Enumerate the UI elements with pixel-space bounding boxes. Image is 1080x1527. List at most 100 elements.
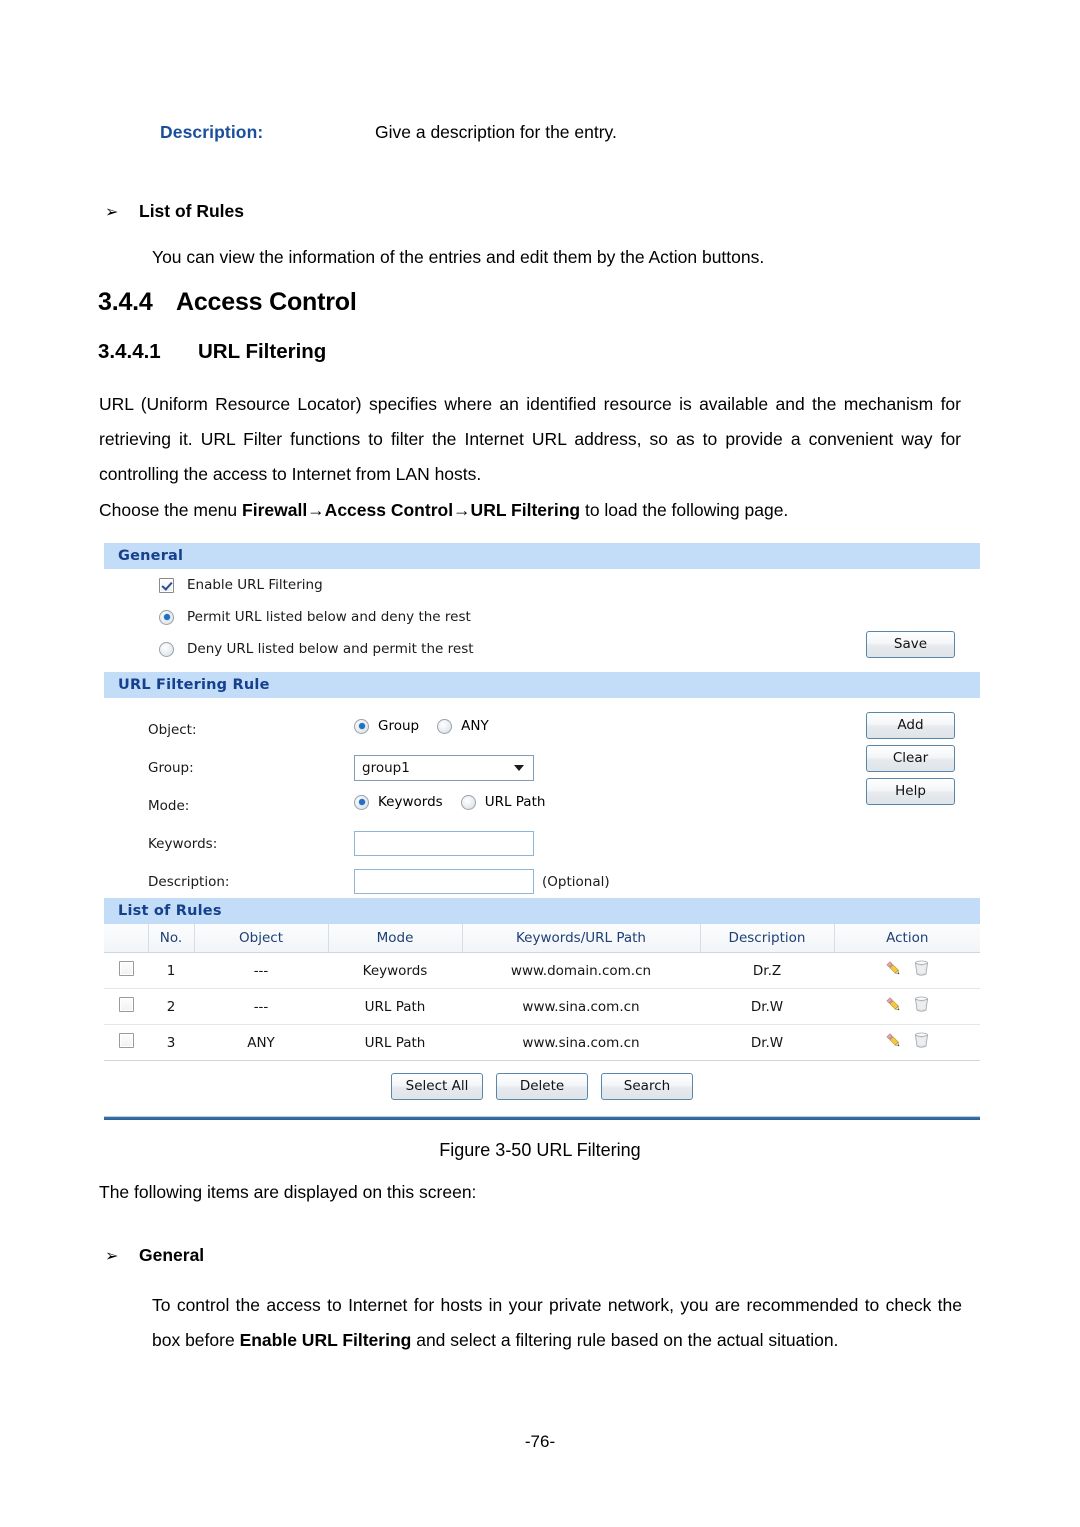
chevron-down-icon bbox=[514, 765, 524, 771]
row-keywords: www.domain.com.cn bbox=[462, 952, 700, 989]
general-section-body: Enable URL Filtering Permit URL listed b… bbox=[104, 569, 980, 672]
choose-prefix: Choose the menu bbox=[99, 500, 243, 520]
description-input[interactable] bbox=[354, 869, 534, 894]
row-checkbox[interactable] bbox=[118, 961, 134, 976]
bullet-general-label: General bbox=[139, 1245, 205, 1265]
description-term: Description: bbox=[160, 122, 264, 142]
row-select-cell[interactable] bbox=[104, 952, 148, 989]
object-radio-group[interactable]: Group ANY bbox=[354, 718, 507, 734]
group-label: Group: bbox=[148, 760, 194, 776]
help-button[interactable]: Help bbox=[866, 778, 955, 805]
mode-field-row: Mode: Keywords URL Path bbox=[104, 790, 980, 828]
deny-rule-label: Deny URL listed below and permit the res… bbox=[187, 641, 474, 657]
rules-table: No. Object Mode Keywords/URL Path Descri… bbox=[104, 924, 980, 1061]
row-actions bbox=[834, 988, 980, 1025]
table-row[interactable]: 1 --- Keywords www.domain.com.cn Dr.Z bbox=[104, 952, 980, 989]
object-any-label: ANY bbox=[461, 718, 489, 734]
edit-pencil-icon[interactable] bbox=[884, 995, 903, 1014]
keywords-label: Keywords: bbox=[148, 836, 218, 852]
bullet-list-of-rules: ➢ List of Rules bbox=[105, 201, 244, 222]
keywords-field-row: Keywords: bbox=[104, 828, 980, 866]
edit-pencil-icon[interactable] bbox=[884, 1031, 903, 1050]
permit-rule-label: Permit URL listed below and deny the res… bbox=[187, 609, 471, 625]
row-description: Dr.Z bbox=[700, 952, 834, 989]
paragraph-general-description: To control the access to Internet for ho… bbox=[152, 1288, 962, 1358]
row-checkbox[interactable] bbox=[118, 997, 134, 1012]
select-all-button[interactable]: Select All bbox=[391, 1073, 483, 1100]
permit-rule-radio[interactable] bbox=[159, 609, 174, 625]
search-button[interactable]: Search bbox=[601, 1073, 693, 1100]
mode-keywords-radio[interactable] bbox=[354, 794, 369, 810]
mode-urlpath-label: URL Path bbox=[484, 794, 546, 810]
row-actions bbox=[834, 1024, 980, 1061]
deny-rule-row[interactable]: Deny URL listed below and permit the res… bbox=[159, 641, 474, 657]
url-filtering-screen: General Enable URL Filtering Permit URL … bbox=[104, 543, 980, 1120]
description-field-row: Description: (Optional) bbox=[104, 866, 980, 904]
subsection-number: 3.4.4.1 bbox=[98, 340, 161, 363]
general-section-header: General bbox=[104, 543, 980, 569]
url-filtering-rule-section-header: URL Filtering Rule bbox=[104, 672, 980, 698]
description-definition-row: Description: Give a description for the e… bbox=[160, 122, 980, 143]
section-title: Access Control bbox=[176, 288, 357, 316]
list-of-rules-body: No. Object Mode Keywords/URL Path Descri… bbox=[104, 924, 980, 1120]
section-heading-access-control: 3.4.4 Access Control bbox=[98, 288, 357, 317]
row-select-cell[interactable] bbox=[104, 1024, 148, 1061]
table-row[interactable]: 2 --- URL Path www.sina.com.cn Dr.W bbox=[104, 988, 980, 1025]
row-checkbox[interactable] bbox=[118, 1033, 134, 1048]
bullet-arrow-icon: ➢ bbox=[105, 1248, 119, 1265]
add-button[interactable]: Add bbox=[866, 712, 955, 739]
paragraph-url-definition: URL (Uniform Resource Locator) specifies… bbox=[99, 394, 961, 484]
section-number: 3.4.4 bbox=[98, 288, 153, 316]
row-no: 3 bbox=[148, 1024, 194, 1061]
row-object: ANY bbox=[194, 1024, 328, 1061]
column-header-object: Object bbox=[194, 924, 329, 953]
rules-table-header-row: No. Object Mode Keywords/URL Path Descri… bbox=[104, 924, 980, 953]
menu-path: Firewall→Access Control→URL Filtering bbox=[242, 500, 581, 520]
clear-button[interactable]: Clear bbox=[866, 745, 955, 772]
save-button[interactable]: Save bbox=[866, 631, 955, 658]
deny-rule-radio[interactable] bbox=[159, 641, 174, 657]
column-header-no: No. bbox=[148, 924, 195, 953]
bullet-general: ➢ General bbox=[105, 1245, 204, 1266]
figure-caption: Figure 3-50 URL Filtering bbox=[439, 1140, 641, 1160]
delete-trash-icon[interactable] bbox=[912, 995, 931, 1014]
panel-bottom-divider bbox=[104, 1116, 980, 1120]
description-definition: Give a description for the entry. bbox=[375, 122, 617, 142]
bullet-arrow-icon: ➢ bbox=[105, 204, 119, 221]
row-mode: Keywords bbox=[328, 952, 462, 989]
row-description: Dr.W bbox=[700, 1024, 834, 1061]
enable-url-filtering-row[interactable]: Enable URL Filtering bbox=[159, 577, 323, 593]
paragraph-following-items: The following items are displayed on thi… bbox=[99, 1182, 477, 1202]
table-action-buttons: Select All Delete Search bbox=[104, 1061, 980, 1114]
row-object: --- bbox=[194, 952, 328, 989]
subsection-title: URL Filtering bbox=[198, 340, 327, 363]
delete-button[interactable]: Delete bbox=[496, 1073, 588, 1100]
delete-trash-icon[interactable] bbox=[912, 959, 931, 978]
row-no: 1 bbox=[148, 952, 194, 989]
mode-radio-group[interactable]: Keywords URL Path bbox=[354, 794, 563, 810]
paragraph-choose-menu: Choose the menu Firewall→Access Control→… bbox=[99, 493, 961, 528]
mode-label: Mode: bbox=[148, 798, 190, 814]
group-select-value: group1 bbox=[362, 760, 410, 776]
row-select-cell[interactable] bbox=[104, 988, 148, 1025]
object-group-label: Group bbox=[378, 718, 420, 734]
page-number: -76- bbox=[524, 1432, 556, 1451]
bullet-list-of-rules-label: List of Rules bbox=[139, 201, 245, 221]
mode-urlpath-radio[interactable] bbox=[460, 794, 476, 810]
keywords-input[interactable] bbox=[354, 831, 534, 856]
description-optional-note: (Optional) bbox=[542, 874, 610, 890]
permit-rule-row[interactable]: Permit URL listed below and deny the res… bbox=[159, 609, 471, 625]
row-keywords: www.sina.com.cn bbox=[462, 988, 700, 1025]
subsection-heading-url-filtering: 3.4.4.1 URL Filtering bbox=[98, 340, 326, 364]
table-row[interactable]: 3 ANY URL Path www.sina.com.cn Dr.W bbox=[104, 1024, 980, 1061]
control-suffix: and select a filtering rule based on the… bbox=[411, 1330, 839, 1350]
edit-pencil-icon[interactable] bbox=[884, 959, 903, 978]
group-select[interactable]: group1 bbox=[354, 755, 534, 781]
object-any-radio[interactable] bbox=[437, 718, 453, 734]
url-filtering-rule-body: Object: Group ANY Group: group1 Mode: Ke… bbox=[104, 698, 980, 898]
row-actions bbox=[834, 952, 980, 989]
delete-trash-icon[interactable] bbox=[912, 1031, 931, 1050]
enable-url-filtering-checkbox[interactable] bbox=[159, 577, 174, 593]
object-group-radio[interactable] bbox=[354, 718, 369, 734]
paragraph-list-of-rules: You can view the information of the entr… bbox=[152, 247, 765, 267]
